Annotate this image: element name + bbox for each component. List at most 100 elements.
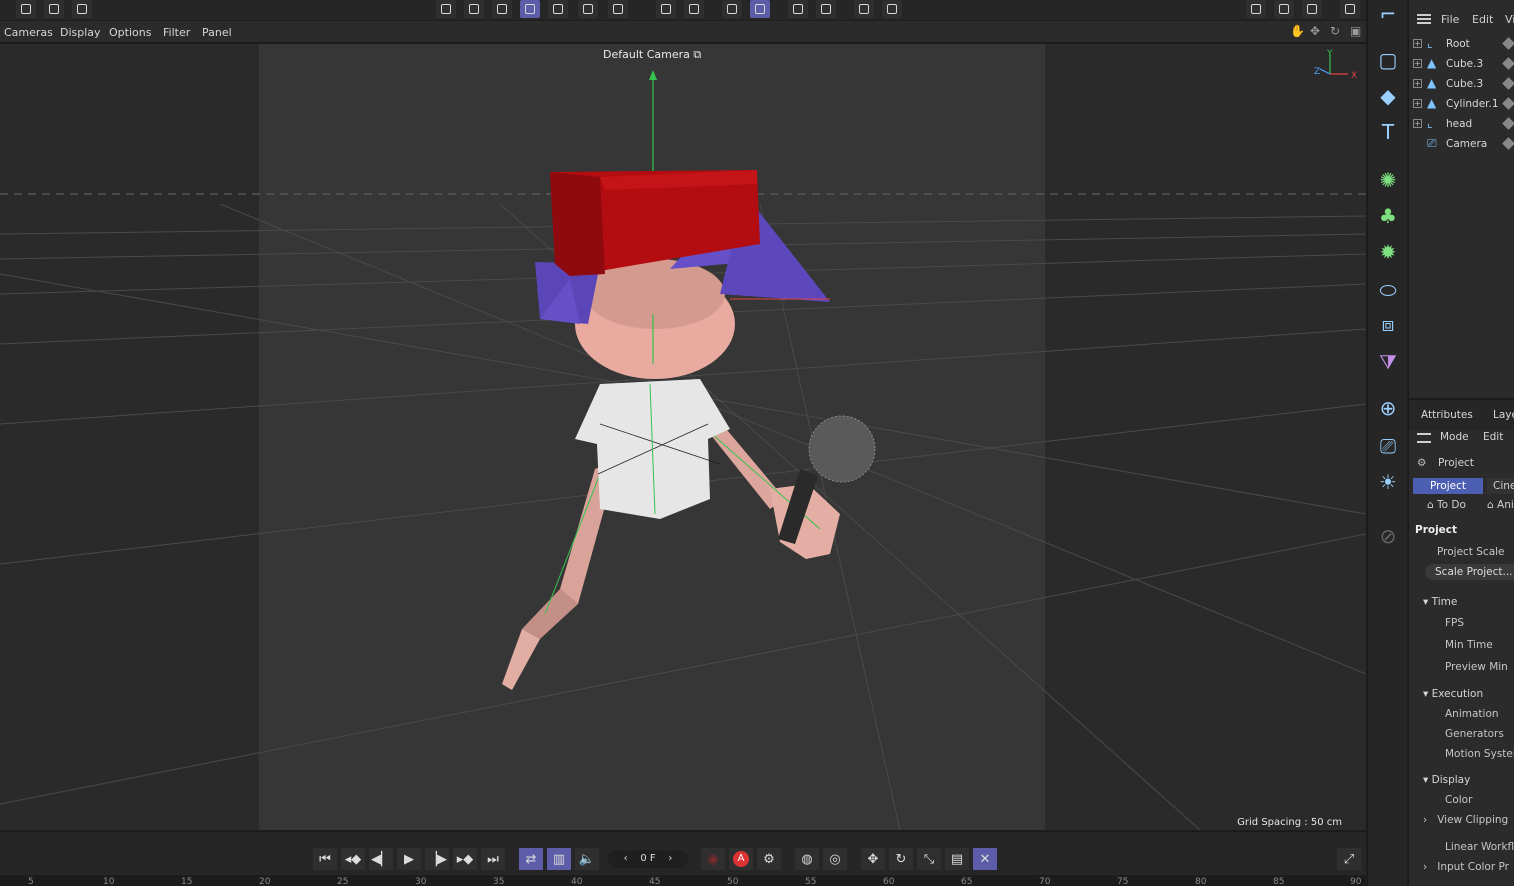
snap-settings-button[interactable] — [684, 0, 704, 18]
layer-icon[interactable] — [1502, 37, 1514, 50]
object-row-root[interactable]: + ⌞ Root — [1409, 34, 1514, 54]
menu-display[interactable]: Display — [60, 26, 101, 39]
deformer-icon[interactable]: ⬭ — [1374, 276, 1402, 304]
scale-project-button[interactable]: Scale Project... — [1425, 564, 1514, 580]
parameter-key-icon[interactable]: ▤ — [945, 848, 969, 870]
render-view-button[interactable] — [1246, 0, 1266, 18]
menu-options[interactable]: Options — [109, 26, 151, 39]
workplane-button[interactable] — [722, 0, 742, 18]
frame-icon[interactable]: ▢ — [1374, 46, 1402, 74]
record-icon[interactable]: ◉ — [701, 848, 725, 870]
object-row-camera[interactable]: ⎚ Camera — [1409, 134, 1514, 154]
move-key-icon[interactable]: ✥ — [861, 848, 885, 870]
menu-edit[interactable]: Edit — [1472, 13, 1493, 26]
previous-key-button[interactable]: ◂◆ — [341, 848, 365, 870]
current-frame-field[interactable]: ‹ 0 F › — [608, 850, 688, 868]
object-row-head[interactable]: + ⌞ head — [1409, 114, 1514, 134]
field-icon[interactable]: ⧈ — [1374, 310, 1402, 338]
render-settings-button[interactable] — [816, 0, 836, 18]
snap-button[interactable] — [656, 0, 676, 18]
camera-tool-icon[interactable]: ⎚ — [1374, 432, 1402, 460]
point-level-anim-icon[interactable]: ✕ — [973, 848, 997, 870]
subtab-todo[interactable]: ⌂ To Do — [1421, 497, 1472, 513]
expand-icon[interactable]: + — [1413, 39, 1422, 48]
polygons-mode-button[interactable] — [492, 0, 512, 18]
go-to-start-button[interactable]: ⏮ — [313, 848, 337, 870]
fps-mode-button[interactable]: ▥ — [547, 848, 571, 870]
pan-view-icon[interactable]: ✋ — [1290, 25, 1305, 37]
cube-icon[interactable]: ◆ — [1374, 82, 1402, 110]
previous-frame-button[interactable]: ◀▏ — [369, 848, 393, 870]
mograph-icon[interactable]: ⧩ — [1374, 348, 1402, 376]
sound-icon[interactable]: 🔈 — [575, 848, 599, 870]
dolly-view-icon[interactable]: ✥ — [1310, 25, 1322, 37]
key-filter-icon[interactable]: ◍ — [795, 848, 819, 870]
cloner-icon[interactable]: ♣ — [1374, 202, 1402, 230]
subtab-cineware[interactable]: Cine — [1487, 478, 1514, 494]
scale-key-icon[interactable]: ⤡ — [917, 848, 941, 870]
rotate-view-icon[interactable]: ↻ — [1330, 25, 1342, 37]
edges-mode-button[interactable] — [464, 0, 484, 18]
grid-button[interactable] — [750, 0, 770, 18]
object-row-cube3-b[interactable]: + ▲ Cube.3 — [1409, 74, 1514, 94]
object-mode-button[interactable] — [548, 0, 568, 18]
redshift-button[interactable] — [1340, 0, 1360, 18]
keyframe-settings-icon[interactable]: ⚙ — [757, 848, 781, 870]
effector-icon[interactable]: ✹ — [1374, 238, 1402, 266]
subtab-animation[interactable]: ⌂ Ani — [1481, 497, 1514, 513]
render-settings-icon-button[interactable] — [1302, 0, 1322, 18]
object-row-cube3[interactable]: + ▲ Cube.3 — [1409, 54, 1514, 74]
coordinate-tool-icon[interactable]: ⌐ — [1374, 0, 1402, 28]
group-time-header[interactable]: ▾ Time — [1423, 596, 1457, 608]
expand-icon[interactable]: + — [1413, 59, 1422, 68]
hamburger-menu-icon[interactable] — [1417, 433, 1431, 443]
layer-icon[interactable] — [1502, 137, 1514, 150]
layer-icon[interactable] — [1502, 97, 1514, 110]
next-frame-button[interactable]: ▕▶ — [425, 848, 449, 870]
3d-viewport[interactable]: Y Z X Default Camera ⧉ Grid Spacing : 50… — [0, 44, 1366, 830]
timeline-ruler[interactable]: 5 10 15 20 25 30 35 40 45 50 55 60 65 70… — [0, 876, 1366, 886]
menu-mode[interactable]: Mode — [1440, 431, 1469, 443]
auto-key-button[interactable] — [882, 0, 902, 18]
expand-icon[interactable]: + — [1413, 99, 1422, 108]
group-execution-header[interactable]: ▾ Execution — [1423, 688, 1483, 700]
environment-icon[interactable]: ⊕ — [1374, 394, 1402, 422]
play-button[interactable]: ▶ — [397, 848, 421, 870]
head-mesh[interactable] — [575, 259, 735, 379]
light-icon[interactable]: ☀ — [1374, 468, 1402, 496]
expand-icon[interactable]: + — [1413, 119, 1422, 128]
object-row-cylinder1[interactable]: + ▲ Cylinder.1 — [1409, 94, 1514, 114]
input-color-profile-row[interactable]: › Input Color Pr — [1423, 861, 1509, 873]
solo-button[interactable] — [608, 0, 628, 18]
subtab-project[interactable]: Project — [1413, 478, 1483, 494]
generator-icon[interactable]: ✺ — [1374, 166, 1402, 194]
menu-filter[interactable]: Filter — [163, 26, 190, 39]
model-mode-button[interactable] — [520, 0, 540, 18]
next-key-button[interactable]: ▸◆ — [453, 848, 477, 870]
render-region-button[interactable] — [788, 0, 808, 18]
paint-icon[interactable]: ⊘ — [1374, 522, 1402, 550]
view-clipping-row[interactable]: › View Clipping — [1423, 814, 1508, 826]
menu-file[interactable]: File — [1441, 13, 1459, 26]
go-to-end-button[interactable]: ⏭ — [481, 848, 505, 870]
group-display-header[interactable]: ▾ Display — [1423, 774, 1470, 786]
toggle-panel-icon[interactable]: ▣ — [1350, 25, 1362, 37]
camera-label[interactable]: Default Camera ⧉ — [603, 48, 701, 62]
layer-icon[interactable] — [1502, 77, 1514, 90]
tab-attributes[interactable]: Attributes — [1421, 409, 1473, 421]
tab-layers[interactable]: Laye — [1493, 409, 1514, 421]
menu-view[interactable]: Vi — [1505, 13, 1514, 26]
points-mode-button[interactable] — [436, 0, 456, 18]
text-tool-icon[interactable]: T — [1374, 118, 1402, 146]
menu-edit[interactable]: Edit — [1483, 431, 1503, 443]
uv-mode-button[interactable] — [578, 0, 598, 18]
material-button[interactable] — [854, 0, 874, 18]
hamburger-menu-icon[interactable] — [1417, 14, 1431, 24]
layer-icon[interactable] — [1502, 57, 1514, 70]
timeline-graph-icon[interactable]: ⤢ — [1337, 848, 1361, 870]
menu-panel[interactable]: Panel — [202, 26, 232, 39]
expand-icon[interactable]: + — [1413, 79, 1422, 88]
rotate-key-icon[interactable]: ↻ — [889, 848, 913, 870]
menu-cameras[interactable]: Cameras — [4, 26, 53, 39]
loop-button[interactable]: ⇄ — [519, 848, 543, 870]
